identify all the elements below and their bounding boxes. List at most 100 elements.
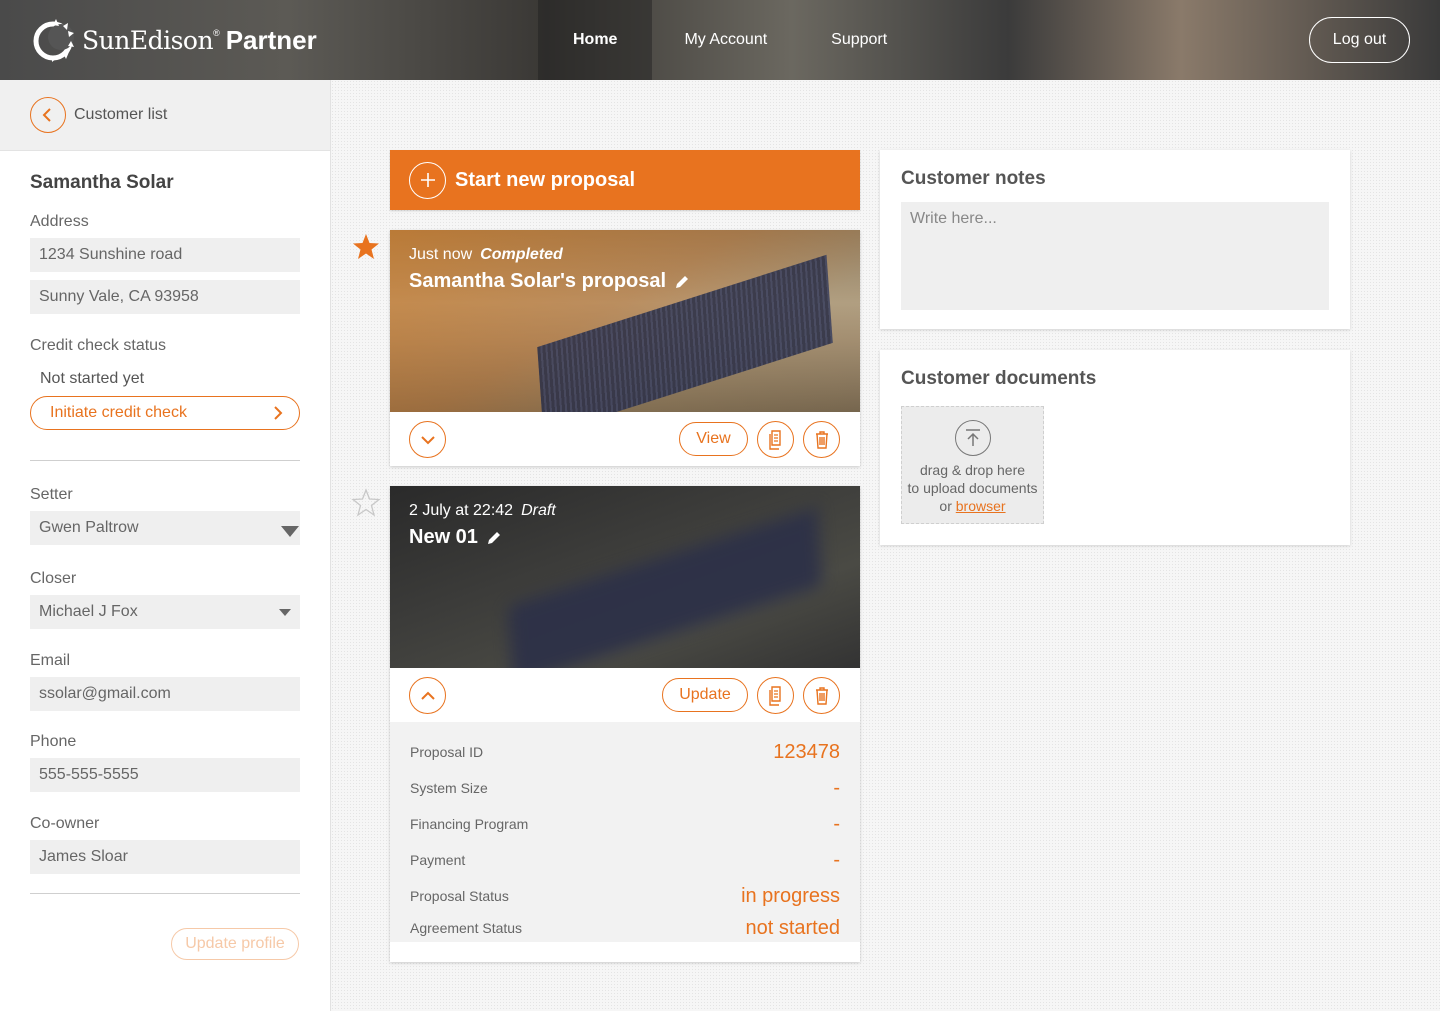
card-footer xyxy=(390,942,860,962)
caret-down-icon xyxy=(281,526,299,537)
star-icon[interactable] xyxy=(351,232,381,262)
customer-notes-input[interactable] xyxy=(901,202,1329,310)
start-new-proposal-button[interactable]: Start new proposal xyxy=(390,150,860,210)
proposal-actions: Update xyxy=(390,668,860,722)
update-profile-button[interactable]: Update profile xyxy=(171,928,299,960)
document-button[interactable] xyxy=(757,421,794,458)
view-button[interactable]: View xyxy=(679,422,748,456)
trash-icon xyxy=(815,430,828,449)
plus-icon xyxy=(409,161,446,199)
dropzone-or: or xyxy=(939,498,952,514)
credit-check-status: Not started yet xyxy=(40,370,145,387)
update-button[interactable]: Update xyxy=(662,678,748,712)
pencil-icon[interactable] xyxy=(674,274,690,290)
nav-support[interactable]: Support xyxy=(799,0,919,80)
closer-select[interactable]: Michael J Fox xyxy=(30,595,300,629)
brand-registered: ® xyxy=(213,28,220,38)
customer-notes-title: Customer notes xyxy=(901,168,1046,189)
document-icon xyxy=(768,429,781,450)
proposal-details: Proposal ID 123478 System Size - Financi… xyxy=(390,722,860,942)
nav-my-account[interactable]: My Account xyxy=(652,0,799,80)
coowner-label: Co-owner xyxy=(30,815,100,832)
customer-notes-panel: Customer notes xyxy=(880,150,1350,329)
back-to-customer-list[interactable]: Customer list xyxy=(0,80,330,151)
delete-button[interactable] xyxy=(803,677,840,714)
proposal-title: New 01 xyxy=(409,526,478,548)
detail-label: Financing Program xyxy=(410,816,529,832)
dropzone-line1: drag & drop here xyxy=(919,462,1026,478)
detail-label: Payment xyxy=(410,852,466,868)
proposal-title: Samantha Solar's proposal xyxy=(409,270,667,292)
customer-sidebar: Customer list Samantha Solar Address 123… xyxy=(0,80,331,1011)
divider xyxy=(30,460,300,461)
detail-row: Proposal ID 123478 xyxy=(410,734,840,770)
address-line1-field[interactable]: 1234 Sunshine road xyxy=(30,238,300,272)
dropzone-line3: or browser xyxy=(902,497,1043,515)
customer-documents-title: Customer documents xyxy=(901,368,1097,389)
brand-logo[interactable]: SunEdison ® Partner xyxy=(30,16,317,64)
collapse-button[interactable] xyxy=(409,677,446,714)
brand-name: SunEdison xyxy=(82,25,214,55)
setter-select[interactable]: Gwen Paltrow xyxy=(30,511,300,545)
nav-home[interactable]: Home xyxy=(538,0,653,80)
proposal-title-row: New 01 xyxy=(409,526,502,549)
document-icon xyxy=(768,685,781,706)
phone-label: Phone xyxy=(30,733,77,750)
proposal-card: Just now Completed Samantha Solar's propo… xyxy=(390,230,860,466)
proposal-thumbnail[interactable]: Just now Completed Samantha Solar's propo… xyxy=(390,230,860,412)
detail-row: Financing Program - xyxy=(410,806,840,842)
chevron-right-icon xyxy=(274,406,283,420)
detail-label: Proposal Status xyxy=(410,888,509,904)
proposal-actions: View xyxy=(390,412,860,466)
proposal-status: Draft xyxy=(521,502,556,519)
closer-value: Michael J Fox xyxy=(39,603,138,620)
solar-panels-image xyxy=(507,507,823,668)
logout-button[interactable]: Log out xyxy=(1309,17,1410,63)
caret-down-icon xyxy=(279,609,291,616)
proposal-status: Completed xyxy=(480,246,563,263)
email-label: Email xyxy=(30,652,71,669)
address-label: Address xyxy=(30,213,89,230)
setter-label: Setter xyxy=(30,486,73,503)
detail-value: - xyxy=(833,812,840,835)
back-label: Customer list xyxy=(74,106,168,123)
proposal-meta: 2 July at 22:42 Draft xyxy=(409,502,556,520)
chevron-down-icon xyxy=(420,435,435,444)
setter-value: Gwen Paltrow xyxy=(39,519,139,536)
coowner-field[interactable]: James Sloar xyxy=(30,840,300,874)
expand-button[interactable] xyxy=(409,421,446,458)
customer-documents-panel: Customer documents drag & drop here to u… xyxy=(880,350,1350,545)
detail-row: Payment - xyxy=(410,842,840,878)
back-button[interactable] xyxy=(30,97,66,133)
main-nav: Home My Account Support xyxy=(538,0,919,80)
detail-label: Proposal ID xyxy=(410,744,484,760)
document-button[interactable] xyxy=(757,677,794,714)
detail-label: System Size xyxy=(410,780,488,796)
dropzone-line2: to upload documents xyxy=(907,480,1038,496)
document-dropzone[interactable]: drag & drop here to upload documents or … xyxy=(901,406,1044,524)
detail-row: Agreement Status not started xyxy=(410,914,840,942)
proposal-title-row: Samantha Solar's proposal xyxy=(409,270,690,293)
divider xyxy=(30,893,300,894)
delete-button[interactable] xyxy=(803,421,840,458)
chevron-left-icon xyxy=(42,108,51,122)
closer-label: Closer xyxy=(30,570,77,587)
initiate-credit-check-button[interactable]: Initiate credit check xyxy=(30,396,300,430)
browse-link[interactable]: browser xyxy=(956,498,1006,514)
phone-field[interactable]: 555-555-5555 xyxy=(30,758,300,792)
detail-label: Agreement Status xyxy=(410,920,523,936)
detail-value: not started xyxy=(745,916,840,939)
proposal-thumbnail[interactable]: 2 July at 22:42 Draft New 01 xyxy=(390,486,860,668)
initiate-credit-check-label: Initiate credit check xyxy=(50,404,187,421)
address-line2-field[interactable]: Sunny Vale, CA 93958 xyxy=(30,280,300,314)
detail-value: - xyxy=(833,848,840,871)
detail-value: 123478 xyxy=(773,740,840,763)
email-field[interactable]: ssolar@gmail.com xyxy=(30,677,300,711)
upload-icon xyxy=(954,420,991,456)
start-new-proposal-label: Start new proposal xyxy=(455,168,636,191)
proposal-meta: Just now Completed xyxy=(409,246,563,264)
star-outline-icon[interactable] xyxy=(351,488,381,518)
customer-name: Samantha Solar xyxy=(30,172,174,193)
chevron-up-icon xyxy=(420,691,435,700)
pencil-icon[interactable] xyxy=(486,530,502,546)
